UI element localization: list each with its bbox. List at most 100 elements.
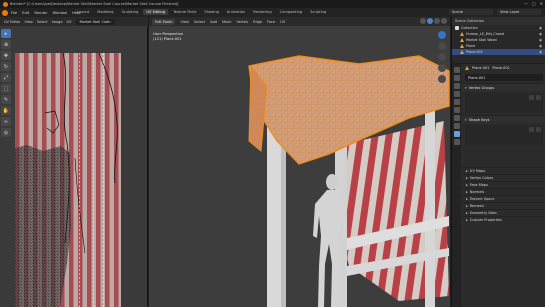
- annotate-tool-icon[interactable]: ✎: [1, 95, 11, 104]
- vp-menu-uv[interactable]: UV: [280, 20, 285, 24]
- vp-menu-vertex[interactable]: Vertex: [237, 20, 249, 24]
- render-tab-icon[interactable]: [453, 75, 460, 81]
- wireframe-shading-icon[interactable]: [420, 18, 426, 24]
- scene-tab-icon[interactable]: [453, 91, 460, 97]
- minimize-button[interactable]: —: [524, 1, 528, 6]
- mesh-data-tab-icon[interactable]: [453, 131, 460, 137]
- tool-tab-icon[interactable]: [453, 67, 460, 73]
- cursor-tool-icon[interactable]: ⊕: [1, 40, 11, 49]
- uv-menu-image[interactable]: Image: [52, 20, 63, 24]
- vertex-groups-list[interactable]: [465, 93, 543, 113]
- solid-shading-icon[interactable]: [427, 18, 433, 24]
- section-remesh[interactable]: ▸ Remesh: [462, 202, 545, 209]
- section-face-maps[interactable]: ▸ Face Maps: [462, 181, 545, 188]
- vp-menu-edge[interactable]: Edge: [253, 20, 262, 24]
- tab-modeling[interactable]: Modeling: [94, 9, 116, 15]
- vp-menu-face[interactable]: Face: [267, 20, 275, 24]
- grab-tool-icon[interactable]: ✋: [1, 106, 11, 115]
- image-selector[interactable]: Market Stall Cloth: [75, 18, 115, 25]
- tab-animation[interactable]: Animation: [224, 9, 248, 15]
- tab-compositing[interactable]: Compositing: [277, 9, 306, 15]
- remove-icon[interactable]: [536, 127, 541, 132]
- pan-icon[interactable]: [438, 53, 446, 61]
- viewport-scene[interactable]: [149, 26, 450, 307]
- tab-sculpting[interactable]: Sculpting: [119, 9, 142, 15]
- menu-window[interactable]: Window: [52, 11, 67, 15]
- eye-icon[interactable]: ◉: [539, 32, 542, 36]
- collection-icon: [455, 26, 459, 30]
- eye-icon[interactable]: ◉: [539, 50, 542, 54]
- output-tab-icon[interactable]: [453, 83, 460, 89]
- camera-view-icon[interactable]: [438, 64, 446, 72]
- rotate-tool-icon[interactable]: ↻: [1, 62, 11, 71]
- maximize-button[interactable]: ▢: [532, 1, 536, 6]
- uv-menu-uv[interactable]: UV: [67, 20, 72, 24]
- section-normals[interactable]: ▸ Normals: [462, 188, 545, 195]
- move-tool-icon[interactable]: ✥: [1, 51, 11, 60]
- section-uv-maps[interactable]: ▸ UV Maps: [462, 167, 545, 174]
- vp-menu-mesh[interactable]: Mesh: [222, 20, 231, 24]
- uv-texture-canvas[interactable]: [15, 53, 121, 307]
- scale-tool-icon[interactable]: ⤢: [1, 73, 11, 82]
- section-label: Vertex Groups: [468, 85, 495, 90]
- relax-tool-icon[interactable]: ≈: [1, 117, 11, 126]
- uv-editor-type[interactable]: UV Editor: [4, 20, 20, 24]
- tab-rendering[interactable]: Rendering: [250, 9, 274, 15]
- collapse-arrow-icon: ▸: [466, 176, 468, 180]
- menu-render[interactable]: Render: [34, 11, 47, 15]
- uv-menu-select[interactable]: Select: [37, 20, 48, 24]
- physics-tab-icon[interactable]: [453, 123, 460, 129]
- uv-editor-area[interactable]: UV Editor View Select Image UV Market St…: [0, 17, 148, 307]
- menu-edit[interactable]: Edit: [22, 11, 29, 15]
- section-texture-space[interactable]: ▸ Texture Space: [462, 195, 545, 202]
- select-tool-icon[interactable]: ▸: [1, 29, 11, 38]
- mesh-icon: [460, 50, 464, 54]
- section-geometry-data[interactable]: ▸ Geometry Data: [462, 209, 545, 216]
- mode-selector[interactable]: Edit Mode: [152, 18, 176, 25]
- mesh-name-field[interactable]: Plane.001: [465, 74, 543, 81]
- material-shading-icon[interactable]: [434, 18, 440, 24]
- modifier-tab-icon[interactable]: [453, 115, 460, 121]
- section-custom-properties[interactable]: ▸ Custom Properties: [462, 216, 545, 223]
- section-vertex-colors[interactable]: ▸ Vertex Colors: [462, 174, 545, 181]
- uv-menu-view[interactable]: View: [24, 20, 32, 24]
- eye-icon[interactable]: ◉: [539, 38, 542, 42]
- close-button[interactable]: ✕: [540, 1, 543, 6]
- menu-file[interactable]: File: [11, 11, 17, 15]
- shape-keys-list[interactable]: [465, 125, 543, 145]
- collapse-arrow-icon: ▸: [466, 211, 468, 215]
- scene-selector[interactable]: Scene: [449, 9, 493, 15]
- 3d-viewport[interactable]: Edit Mode View Select Add Mesh Vertex Ed…: [149, 17, 450, 307]
- add-icon[interactable]: [529, 95, 534, 100]
- remove-icon[interactable]: [536, 95, 541, 100]
- tab-shading[interactable]: Shading: [201, 9, 222, 15]
- axis-gizmo-icon[interactable]: [438, 31, 446, 39]
- eye-icon[interactable]: ◉: [539, 44, 542, 48]
- transform-tool-icon[interactable]: ⬚: [1, 84, 11, 93]
- eye-icon[interactable]: ◉: [539, 26, 542, 30]
- vp-menu-view[interactable]: View: [180, 20, 189, 24]
- collapse-arrow-icon: ▸: [466, 204, 468, 208]
- tab-texture-paint[interactable]: Texture Paint: [170, 9, 199, 15]
- view-layer-selector[interactable]: View Layer: [497, 9, 541, 15]
- section-shape-keys[interactable]: ▾ Shape Keys: [462, 115, 545, 123]
- section-vertex-groups[interactable]: ▾ Vertex Groups: [462, 83, 545, 91]
- vp-menu-add[interactable]: Add: [210, 20, 217, 24]
- rendered-shading-icon[interactable]: [441, 18, 447, 24]
- tab-uv-editing[interactable]: UV Editing: [143, 9, 169, 15]
- zoom-icon[interactable]: [438, 42, 446, 50]
- tab-layout[interactable]: Layout: [74, 9, 92, 15]
- add-icon[interactable]: [529, 127, 534, 132]
- blender-menu-icon[interactable]: [2, 9, 8, 16]
- tab-scripting[interactable]: Scripting: [307, 9, 329, 15]
- vp-menu-select[interactable]: Select: [194, 20, 205, 24]
- world-tab-icon[interactable]: [453, 99, 460, 105]
- scene-collection-label: Scene Collection: [455, 19, 485, 23]
- ortho-toggle-icon[interactable]: [438, 75, 446, 83]
- material-tab-icon[interactable]: [453, 139, 460, 145]
- mesh-icon: [460, 32, 464, 36]
- pinch-tool-icon[interactable]: ◎: [1, 128, 11, 137]
- object-tab-icon[interactable]: [453, 107, 460, 113]
- outliner-row-label: Plane.001: [466, 50, 483, 54]
- outliner-row-plane-001[interactable]: Plane.001 ◉: [452, 49, 545, 55]
